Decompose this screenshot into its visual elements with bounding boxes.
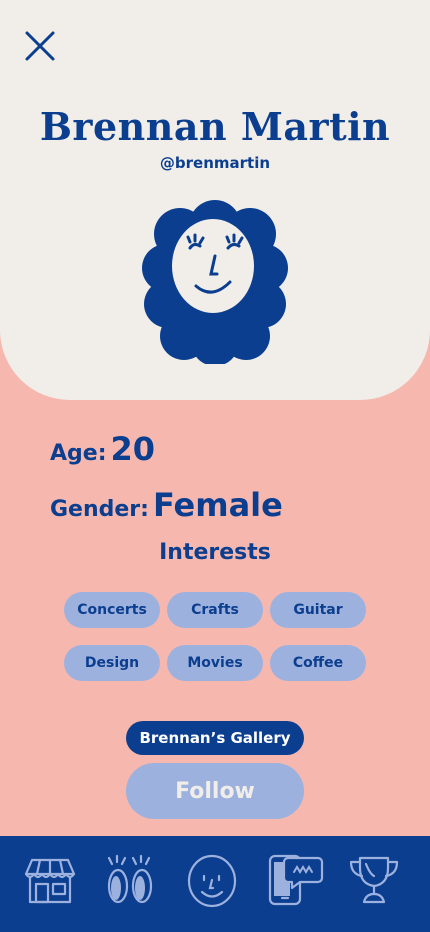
interest-chip-coffee[interactable]: Coffee — [270, 645, 366, 681]
interests-title: Interests — [159, 540, 271, 565]
interest-chip-concerts[interactable]: Concerts — [64, 592, 160, 628]
interest-chips: Concerts Crafts Guitar Design Movies Cof… — [64, 592, 367, 681]
gender-label: Gender: — [50, 497, 149, 522]
interest-chip-guitar[interactable]: Guitar — [270, 592, 366, 628]
shop-icon[interactable] — [20, 850, 80, 910]
interest-chip-crafts[interactable]: Crafts — [167, 592, 263, 628]
trophy-icon[interactable] — [344, 850, 404, 910]
phone-chat-icon[interactable] — [264, 850, 324, 910]
bottom-nav — [0, 836, 430, 932]
interest-chip-movies[interactable]: Movies — [167, 645, 263, 681]
close-icon[interactable] — [22, 28, 58, 64]
interest-chip-design[interactable]: Design — [64, 645, 160, 681]
gallery-button[interactable]: Brennan’s Gallery — [126, 721, 304, 755]
gender-stat: Gender: Female — [50, 486, 283, 524]
profile-face-icon[interactable] — [182, 850, 242, 910]
gender-value: Female — [152, 486, 283, 524]
age-label: Age: — [50, 441, 107, 466]
profile-handle: @brenmartin — [159, 154, 271, 172]
follow-button[interactable]: Follow — [126, 763, 304, 819]
avatar — [142, 200, 288, 364]
profile-name: Brennan Martin — [39, 104, 391, 149]
age-stat: Age: 20 — [50, 430, 155, 468]
profile-card: Brennan Martin @brenmartin — [0, 0, 430, 400]
feet-icon[interactable] — [100, 850, 160, 910]
age-value: 20 — [110, 430, 156, 468]
